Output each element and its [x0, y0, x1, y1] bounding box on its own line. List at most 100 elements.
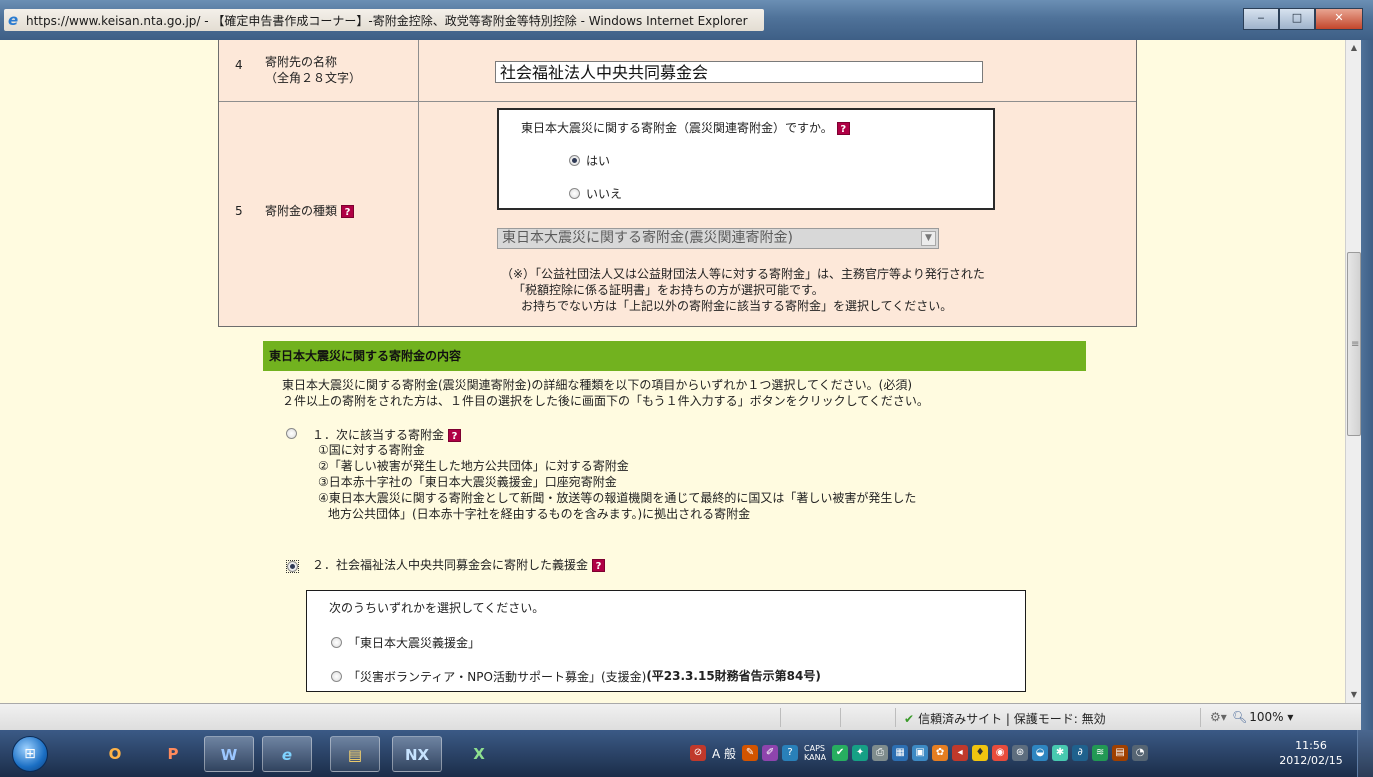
caps-label: CAPS [804, 744, 825, 753]
list-item: ②「著しい被害が発生した地方公共団体」に対する寄附金 [318, 459, 629, 473]
taskbar-app-word[interactable]: W [204, 736, 254, 772]
status-bar: ✔ 信頼済みサイト | 保護モード: 無効 ⚙▾ 🔍︎ 100% ▾ [0, 703, 1361, 730]
caps-kana-indicator: CAPS KANA [804, 744, 826, 762]
sub-option-b-reference: (平23.3.15財務省告示第84号) [646, 669, 821, 683]
tray-app-icon[interactable]: ▣ [912, 745, 929, 761]
clock-date: 2012/02/15 [1279, 754, 1343, 767]
close-button[interactable]: ✕ [1315, 8, 1363, 30]
zoom-control[interactable]: 🔍︎ 100% ▾ [1232, 710, 1293, 724]
show-desktop-button[interactable] [1357, 730, 1373, 777]
window-controls: ‒ □ ✕ [1243, 8, 1363, 30]
tray-app-icon[interactable]: ▤ [1112, 745, 1129, 761]
printer-icon[interactable]: ⎙ [872, 745, 889, 761]
status-divider [780, 708, 781, 727]
earthquake-no-label: いいえ [586, 187, 623, 201]
taskbar-app-powerpoint[interactable]: P [148, 736, 198, 772]
earthquake-no-radio[interactable] [569, 188, 580, 199]
taskbar: ⊞ O P W e ▤ NX X ⊘ A 般 ✎ ✐ ? CAPS KANA ✔ … [0, 730, 1373, 777]
earthquake-question: 東日本大震災に関する寄附金（震災関連寄附金）ですか。? [521, 119, 850, 136]
option-1-items: ①国に対する寄附金 ②「著しい被害が発生した地方公共団体」に対する寄附金 ③日本… [318, 442, 916, 522]
taskbar-app-outlook[interactable]: O [90, 736, 140, 772]
minimize-button[interactable]: ‒ [1243, 8, 1279, 30]
tray-app-icon[interactable]: ∂ [1072, 745, 1089, 761]
page-settings-icon[interactable]: ⚙▾ [1210, 710, 1227, 724]
windows-logo-icon: ⊞ [24, 746, 36, 762]
earthquake-no-option[interactable]: いいえ [569, 185, 622, 202]
tray-app-icon[interactable]: ▦ [892, 745, 909, 761]
start-button[interactable]: ⊞ [12, 736, 48, 772]
ime-dictionary-icon[interactable]: ✎ [742, 745, 759, 761]
tray-app-icon[interactable]: ◉ [992, 745, 1009, 761]
column-divider [418, 40, 419, 326]
recipient-name-label: 寄附先の名称 [265, 55, 338, 69]
sub-option-a-radio[interactable] [331, 637, 342, 648]
option-1-radio[interactable] [286, 428, 297, 439]
help-icon[interactable]: ? [592, 559, 606, 572]
ie-logo-icon: e [8, 11, 19, 29]
option-2-label: ２．社会福祉法人中央共同募金会に寄附した義援金? [312, 556, 606, 573]
help-circle-icon[interactable]: ? [782, 745, 799, 761]
scroll-down-icon[interactable]: ▼ [1346, 687, 1362, 703]
earthquake-yes-radio[interactable] [569, 155, 580, 166]
ime-mode[interactable]: A 般 [712, 745, 736, 762]
section-intro: 東日本大震災に関する寄附金(震災関連寄附金)の詳細な種類を以下の項目からいずれか… [282, 377, 929, 409]
option-2-radio[interactable] [287, 561, 298, 572]
taskbar-app-explorer[interactable]: ▤ [330, 736, 380, 772]
row-5-number: 5 [235, 204, 243, 218]
scroll-thumb[interactable]: ≡ [1347, 252, 1361, 436]
taskbar-app-excel[interactable]: X [454, 736, 504, 772]
clock[interactable]: 11:56 2012/02/15 [1276, 738, 1346, 768]
tray-app-icon[interactable]: ♦ [972, 745, 989, 761]
ime-pad-icon[interactable]: ✐ [762, 745, 779, 761]
list-item: 地方公共団体」(日本赤十字社を経由するものを含みます。)に拠出される寄附金 [328, 507, 751, 521]
status-divider [1200, 708, 1201, 727]
section-header: 東日本大震災に関する寄附金の内容 [263, 341, 1086, 371]
row-divider [219, 101, 1136, 102]
chevron-down-icon[interactable]: ▼ [921, 231, 936, 246]
tray-app-icon[interactable]: ◒ [1032, 745, 1049, 761]
maximize-button[interactable]: □ [1279, 8, 1315, 30]
security-check-icon[interactable]: ✔ [832, 745, 849, 761]
help-icon[interactable]: ? [836, 122, 850, 135]
help-icon[interactable]: ? [448, 429, 462, 442]
sub-option-a-label: 「東日本大震災義援金」 [348, 636, 481, 650]
tray-app-icon[interactable]: ✦ [852, 745, 869, 761]
earthquake-question-box: 東日本大震災に関する寄附金（震災関連寄附金）ですか。? はい いいえ [497, 108, 995, 210]
sub-option-b-label: 「災害ボランティア・NPO活動サポート募金」(支援金) [348, 670, 647, 684]
option-1-text: １．次に該当する寄附金 [312, 428, 445, 442]
recipient-name-input[interactable]: 社会福祉法人中央共同募金会 [495, 61, 983, 83]
volume-icon[interactable]: ◔ [1132, 745, 1149, 761]
list-item: ④東日本大震災に関する寄附金として新聞・放送等の報道機関を通じて最終的に国又は「… [318, 491, 917, 505]
donation-type-selected: 東日本大震災に関する寄附金(震災関連寄附金) [502, 230, 793, 246]
earthquake-yes-option[interactable]: はい [569, 152, 610, 169]
sub-option-b[interactable]: 「災害ボランティア・NPO活動サポート募金」(支援金)(平23.3.15財務省告… [331, 667, 821, 685]
tray-app-icon[interactable]: ✱ [1052, 745, 1069, 761]
row-4-number: 4 [235, 58, 243, 72]
row-5-label: 寄附金の種類? [265, 202, 355, 219]
help-icon[interactable]: ? [341, 205, 355, 218]
option-2-choices-box: 次のうちいずれかを選択してください。 「東日本大震災義援金」 「災害ボランティア… [306, 590, 1026, 692]
network-icon[interactable]: ⊛ [1012, 745, 1029, 761]
magnifier-icon: 🔍︎ [1232, 710, 1248, 724]
tray-app-icon[interactable]: ✿ [932, 745, 949, 761]
note-line: 「税額控除に係る証明書」をお持ちの方が選択可能です。 [513, 283, 824, 297]
vertical-scrollbar[interactable]: ▲ ≡ ▼ [1345, 40, 1362, 703]
note-line: お持ちでない方は「上記以外の寄附金に該当する寄附金」を選択してください。 [521, 299, 953, 313]
scroll-up-icon[interactable]: ▲ [1346, 40, 1362, 56]
status-divider [840, 708, 841, 727]
list-item: ①国に対する寄附金 [318, 443, 425, 457]
kana-label: KANA [804, 753, 827, 762]
option-2-focus-ring[interactable] [286, 560, 299, 573]
tray-app-icon[interactable]: ≋ [1092, 745, 1109, 761]
ime-tool-icon[interactable]: ⊘ [690, 745, 706, 761]
tray-app-icon[interactable]: ◂ [952, 745, 969, 761]
option-1-label: １．次に該当する寄附金? [312, 426, 462, 443]
donation-type-note: （※）「公益社団法人又は公益財団法人等に対する寄附金」は、主務官庁等より発行され… [501, 266, 985, 314]
donation-type-select[interactable]: 東日本大震災に関する寄附金(震災関連寄附金) ▼ [497, 228, 939, 249]
sub-option-b-radio[interactable] [331, 671, 342, 682]
intro-line: 東日本大震災に関する寄附金(震災関連寄附金)の詳細な種類を以下の項目からいずれか… [282, 378, 913, 392]
sub-option-a[interactable]: 「東日本大震災義援金」 [331, 634, 480, 651]
taskbar-app-internet-explorer[interactable]: e [262, 736, 312, 772]
taskbar-app-nx[interactable]: NX [392, 736, 442, 772]
security-zone[interactable]: ✔ 信頼済みサイト | 保護モード: 無効 [904, 710, 1106, 727]
